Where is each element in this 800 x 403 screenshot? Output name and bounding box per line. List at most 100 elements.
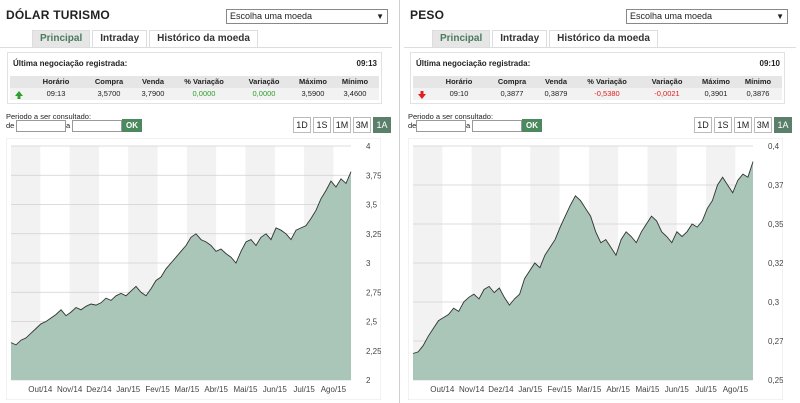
range-1s-button[interactable]: 1S bbox=[313, 117, 331, 133]
val-compra: 3,5700 bbox=[97, 89, 121, 98]
tab-divider bbox=[0, 47, 392, 48]
val-variacao: -0,0021 bbox=[654, 89, 680, 98]
range-3m-button[interactable]: 3M bbox=[754, 117, 772, 133]
x-tick-label: Mai/15 bbox=[233, 385, 258, 394]
from-label: de bbox=[6, 121, 15, 130]
arrow-up-icon bbox=[14, 88, 24, 100]
date-to-input[interactable] bbox=[472, 120, 522, 132]
x-tick-label: Nov/14 bbox=[459, 385, 485, 394]
range-1a-button[interactable]: 1A bbox=[774, 117, 792, 133]
y-tick-label: 3,25 bbox=[366, 230, 381, 239]
range-1d-button[interactable]: 1D bbox=[293, 117, 311, 133]
tab-bar: Principal Intraday Histórico da moeda bbox=[432, 30, 660, 47]
currency-select-label: Escolha uma moeda bbox=[630, 11, 713, 21]
val-minimo: 0,3876 bbox=[746, 89, 770, 98]
x-tick-label: Mar/15 bbox=[174, 385, 199, 394]
x-tick-label: Abr/15 bbox=[606, 385, 630, 394]
range-1a-button[interactable]: 1A bbox=[373, 117, 391, 133]
price-chart: 0,25 0,275 0,3 0,325 0,35 0,375 0,4 Out/14 Nov/1… bbox=[408, 138, 783, 400]
tab-principal[interactable]: Principal bbox=[32, 30, 91, 47]
col-maximo: Máximo bbox=[299, 77, 327, 86]
x-tick-label: Ago/15 bbox=[321, 385, 347, 394]
col-minimo: Mínimo bbox=[341, 77, 369, 86]
range-buttons: 1D 1S 1M 3M 1A bbox=[291, 117, 391, 133]
panel-title: PESO bbox=[410, 8, 445, 22]
tab-principal[interactable]: Principal bbox=[432, 30, 491, 47]
to-label: a bbox=[466, 121, 471, 130]
col-venda: Venda bbox=[141, 77, 165, 86]
y-tick-label: 0,25 bbox=[768, 376, 783, 385]
col-variacao: Variação bbox=[248, 77, 280, 86]
val-maximo: 0,3901 bbox=[704, 89, 728, 98]
range-buttons: 1D 1S 1M 3M 1A bbox=[692, 117, 792, 133]
val-maximo: 3,5900 bbox=[301, 89, 325, 98]
ok-button[interactable]: OK bbox=[522, 119, 542, 132]
quote-time: 09:13 bbox=[356, 59, 377, 68]
tab-divider bbox=[404, 47, 796, 48]
quote-header-row: Horário Compra Venda % Variação Variação… bbox=[413, 76, 782, 88]
x-tick-label: Jul/15 bbox=[695, 385, 717, 394]
currency-select[interactable]: Escolha uma moeda ▼ bbox=[626, 9, 788, 24]
y-tick-label: 3,75 bbox=[366, 171, 381, 180]
y-tick-label: 0,35 bbox=[768, 220, 783, 229]
y-tick-label: 2,25 bbox=[366, 347, 381, 356]
y-tick-label: 0,375 bbox=[768, 181, 783, 190]
col-horario: Horário bbox=[445, 77, 473, 86]
col-maximo: Máximo bbox=[702, 77, 730, 86]
range-1d-button[interactable]: 1D bbox=[694, 117, 712, 133]
currency-select-label: Escolha uma moeda bbox=[230, 11, 313, 21]
tab-historico[interactable]: Histórico da moeda bbox=[149, 30, 258, 47]
val-pct-variacao: 0,0000 bbox=[192, 89, 216, 98]
x-tick-label: Jul/15 bbox=[293, 385, 315, 394]
val-venda: 3,7900 bbox=[141, 89, 165, 98]
tab-intraday[interactable]: Intraday bbox=[92, 30, 148, 47]
price-chart: 2 2,25 2,5 2,75 3 3,25 3,5 3,75 4 Out/14 Nov/14 Dez… bbox=[6, 138, 381, 400]
val-horario: 09:13 bbox=[46, 89, 66, 98]
x-tick-label: Ago/15 bbox=[723, 385, 749, 394]
range-3m-button[interactable]: 3M bbox=[353, 117, 371, 133]
x-tick-label: Nov/14 bbox=[57, 385, 83, 394]
range-1m-button[interactable]: 1M bbox=[333, 117, 351, 133]
currency-select[interactable]: Escolha uma moeda ▼ bbox=[226, 9, 388, 24]
arrow-down-icon bbox=[417, 88, 427, 100]
y-tick-label: 4 bbox=[366, 142, 371, 151]
col-variacao: Variação bbox=[651, 77, 683, 86]
range-1s-button[interactable]: 1S bbox=[714, 117, 732, 133]
tab-bar: Principal Intraday Histórico da moeda bbox=[32, 30, 260, 47]
dropdown-arrow-icon: ▼ bbox=[776, 12, 784, 21]
col-compra: Compra bbox=[497, 77, 527, 86]
quote-time: 09:10 bbox=[759, 59, 780, 68]
quote-value-row: 09:13 3,5700 3,7900 0,0000 0,0000 3,5900… bbox=[10, 88, 379, 100]
panel-peso: PESO Escolha uma moeda ▼ Principal Intra… bbox=[404, 0, 796, 403]
panel-separator bbox=[399, 0, 400, 403]
x-tick-label: Out/14 bbox=[28, 385, 53, 394]
val-compra: 0,3877 bbox=[500, 89, 524, 98]
y-tick-label: 2,5 bbox=[366, 318, 378, 327]
x-tick-label: Abr/15 bbox=[204, 385, 228, 394]
quote-value-row: 09:10 0,3877 0,3879 -0,5380 -0,0021 0,39… bbox=[413, 88, 782, 100]
tab-intraday[interactable]: Intraday bbox=[492, 30, 548, 47]
tab-historico[interactable]: Histórico da moeda bbox=[549, 30, 658, 47]
y-tick-label: 2 bbox=[366, 376, 371, 385]
date-from-input[interactable] bbox=[16, 120, 66, 132]
range-1m-button[interactable]: 1M bbox=[734, 117, 752, 133]
quote-box: Última negociação registrada: 09:13 Horá… bbox=[7, 52, 382, 104]
val-horario: 09:10 bbox=[449, 89, 469, 98]
val-venda: 0,3879 bbox=[544, 89, 568, 98]
x-tick-label: Mai/15 bbox=[635, 385, 660, 394]
x-tick-label: Dez/14 bbox=[86, 385, 112, 394]
col-pct-variacao: % Variação bbox=[587, 77, 627, 86]
y-tick-label: 0,325 bbox=[768, 259, 783, 268]
date-from-input[interactable] bbox=[416, 120, 466, 132]
col-minimo: Mínimo bbox=[744, 77, 772, 86]
quote-header-row: Horário Compra Venda % Variação Variação… bbox=[10, 76, 379, 88]
val-pct-variacao: -0,5380 bbox=[594, 89, 620, 98]
ok-button[interactable]: OK bbox=[122, 119, 142, 132]
y-tick-label: 0,275 bbox=[768, 337, 783, 346]
date-to-input[interactable] bbox=[72, 120, 122, 132]
col-compra: Compra bbox=[94, 77, 124, 86]
y-tick-label: 3 bbox=[366, 259, 371, 268]
col-horario: Horário bbox=[42, 77, 70, 86]
quote-header: Última negociação registrada: bbox=[13, 59, 128, 68]
quote-header: Última negociação registrada: bbox=[416, 59, 531, 68]
